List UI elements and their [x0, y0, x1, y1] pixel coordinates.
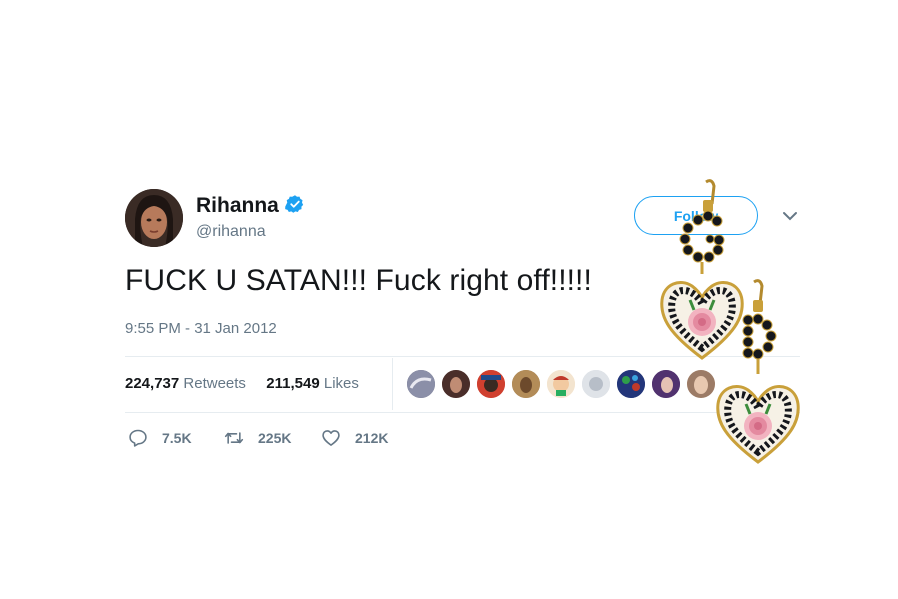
- liker-avatar[interactable]: [406, 369, 436, 399]
- tweet-text: FUCK U SATAN!!! Fuck right off!!!!!: [125, 264, 592, 297]
- heart-icon: [322, 430, 340, 446]
- verified-badge-icon: [285, 195, 304, 213]
- retweet-action[interactable]: 225K: [224, 428, 291, 448]
- earrings-image: [660, 179, 800, 464]
- reply-icon: [129, 429, 147, 447]
- tweet-card: Rihanna @rihanna Follow FUCK U SATAN!!! …: [0, 0, 898, 599]
- likes-label[interactable]: Likes: [324, 375, 359, 392]
- reply-action[interactable]: 7.5K: [128, 428, 192, 448]
- retweets-label[interactable]: Retweets: [183, 375, 246, 392]
- liker-avatar[interactable]: [476, 369, 506, 399]
- liker-avatar[interactable]: [546, 369, 576, 399]
- like-action[interactable]: 212K: [321, 428, 388, 448]
- user-handle[interactable]: @rihanna: [196, 223, 266, 241]
- retweet-count: 225K: [258, 430, 292, 446]
- tweet-timestamp[interactable]: 9:55 PM - 31 Jan 2012: [125, 320, 277, 337]
- liker-avatar[interactable]: [511, 369, 541, 399]
- likes-count[interactable]: 211,549: [266, 375, 319, 392]
- retweets-count[interactable]: 224,737: [125, 375, 179, 392]
- like-count: 212K: [355, 430, 389, 446]
- liker-avatar[interactable]: [441, 369, 471, 399]
- liker-avatar[interactable]: [581, 369, 611, 399]
- retweet-icon: [224, 432, 244, 444]
- stats-separator: [392, 358, 393, 410]
- user-name[interactable]: Rihanna: [196, 194, 279, 218]
- liker-avatar[interactable]: [616, 369, 646, 399]
- engagement-stats: 224,737 Retweets 211,549 Likes: [125, 375, 359, 392]
- avatar[interactable]: [125, 189, 183, 247]
- reply-count: 7.5K: [162, 430, 192, 446]
